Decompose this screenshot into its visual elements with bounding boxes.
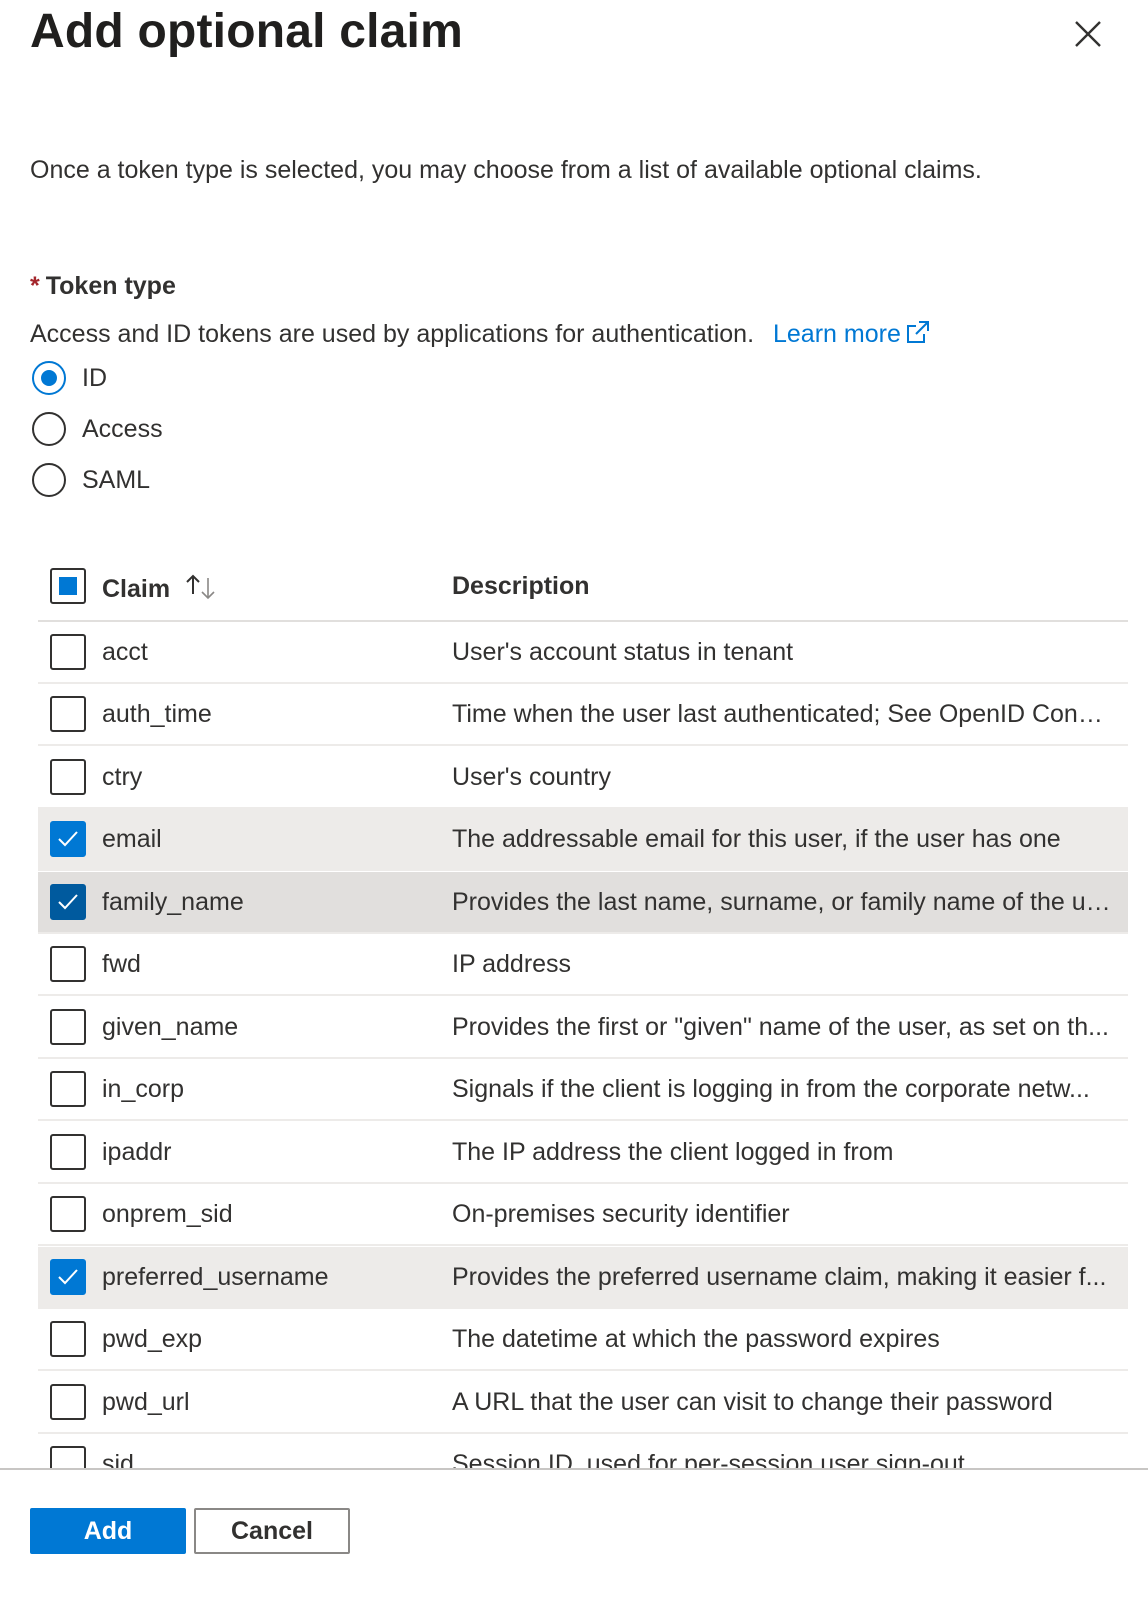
radio-label-id: ID (82, 363, 107, 392)
panel-title: Add optional claim (30, 5, 463, 58)
radio-button[interactable] (32, 463, 66, 497)
row-checkbox[interactable] (50, 696, 86, 732)
table-row[interactable]: sid Session ID, used for per-session use… (38, 1434, 1128, 1468)
claim-description: A URL that the user can visit to change … (452, 1388, 1053, 1416)
column-header-claim[interactable]: Claim (102, 572, 218, 607)
claim-name: fwd (102, 950, 141, 978)
row-checkbox[interactable] (50, 884, 86, 920)
claim-description: User's country (452, 763, 611, 791)
claim-description: The IP address the client logged in from (452, 1138, 894, 1166)
sort-ascending-icon[interactable] (184, 572, 218, 607)
radio-label-access: Access (82, 414, 163, 443)
claim-description: The datetime at which the password expir… (452, 1325, 940, 1353)
table-row[interactable]: fwd IP address (38, 934, 1128, 996)
table-row[interactable]: in_corp Signals if the client is logging… (38, 1059, 1128, 1121)
select-all-checkbox[interactable] (50, 568, 86, 604)
table-row[interactable]: pwd_exp The datetime at which the passwo… (38, 1309, 1128, 1371)
checkmark-icon (58, 1269, 78, 1285)
row-checkbox[interactable] (50, 1196, 86, 1232)
row-checkbox[interactable] (50, 1446, 86, 1468)
claim-description: Signals if the client is logging in from… (452, 1075, 1090, 1103)
row-checkbox[interactable] (50, 1384, 86, 1420)
claim-name: acct (102, 638, 148, 666)
cancel-button[interactable]: Cancel (194, 1508, 350, 1554)
claim-name: auth_time (102, 700, 212, 728)
token-type-label: * Token type (30, 272, 176, 301)
panel-footer: Add Cancel (0, 1468, 1148, 1608)
add-button[interactable]: Add (30, 1508, 186, 1554)
close-icon (1075, 21, 1101, 47)
row-checkbox[interactable] (50, 759, 86, 795)
claim-description: Session ID, used for per-session user si… (452, 1450, 965, 1468)
radio-button-selected[interactable] (32, 361, 66, 395)
grid-header: Claim Description (38, 556, 1128, 622)
column-header-description[interactable]: Description (452, 572, 590, 601)
table-row[interactable]: pwd_url A URL that the user can visit to… (38, 1372, 1128, 1434)
claim-name: pwd_url (102, 1388, 190, 1416)
row-checkbox[interactable] (50, 634, 86, 670)
claim-description: The addressable email for this user, if … (452, 825, 1061, 853)
claim-description: On-premises security identifier (452, 1200, 790, 1228)
claim-description: Provides the last name, surname, or fami… (452, 888, 1112, 916)
intro-text: Once a token type is selected, you may c… (30, 156, 982, 184)
row-checkbox[interactable] (50, 1009, 86, 1045)
required-marker: * (30, 272, 40, 300)
claim-name: given_name (102, 1013, 239, 1041)
claim-name: family_name (102, 888, 244, 916)
claim-name: onprem_sid (102, 1200, 233, 1228)
token-type-label-text: Token type (45, 272, 176, 300)
row-checkbox[interactable] (50, 821, 86, 857)
table-row[interactable]: auth_time Time when the user last authen… (38, 684, 1128, 746)
claim-description: User's account status in tenant (452, 638, 794, 666)
radio-button[interactable] (32, 412, 66, 446)
row-checkbox[interactable] (50, 946, 86, 982)
row-checkbox[interactable] (50, 1071, 86, 1107)
claim-name: ipaddr (102, 1138, 172, 1166)
row-checkbox[interactable] (50, 1321, 86, 1357)
learn-more-link[interactable]: Learn more (773, 320, 931, 348)
radio-token-id[interactable]: ID (32, 358, 107, 398)
table-row[interactable]: onprem_sid On-premises security identifi… (38, 1184, 1128, 1246)
claim-name: in_corp (102, 1075, 184, 1103)
token-type-help: Access and ID tokens are used by applica… (30, 319, 931, 352)
claim-name: preferred_username (102, 1263, 329, 1291)
table-row[interactable]: ipaddr The IP address the client logged … (38, 1122, 1128, 1184)
close-button[interactable] (1068, 14, 1108, 54)
table-row[interactable]: acct User's account status in tenant (38, 622, 1128, 684)
table-row[interactable]: given_name Provides the first or "given"… (38, 997, 1128, 1059)
claim-description: IP address (452, 950, 572, 978)
table-row[interactable]: preferred_username Provides the preferre… (38, 1247, 1128, 1309)
row-checkbox[interactable] (50, 1134, 86, 1170)
learn-more-label: Learn more (773, 320, 901, 348)
radio-token-saml[interactable]: SAML (32, 460, 150, 500)
claim-name: pwd_exp (102, 1325, 203, 1353)
claims-grid: Claim Description acct User's account st… (38, 556, 1128, 1468)
column-header-claim-label: Claim (102, 575, 171, 603)
row-checkbox[interactable] (50, 1259, 86, 1295)
claim-name: sid (102, 1450, 134, 1468)
table-row[interactable]: email The addressable email for this use… (38, 809, 1128, 871)
token-type-help-text: Access and ID tokens are used by applica… (30, 320, 755, 348)
checkmark-icon (58, 831, 78, 847)
claim-description: Provides the first or "given" name of th… (452, 1013, 1109, 1041)
checkmark-icon (58, 894, 78, 910)
claim-description: Time when the user last authenticated; S… (452, 700, 1112, 728)
table-row[interactable]: family_name Provides the last name, surn… (38, 872, 1128, 934)
claim-name: ctry (102, 763, 143, 791)
radio-token-access[interactable]: Access (32, 409, 163, 449)
radio-label-saml: SAML (82, 465, 151, 494)
claim-description: Provides the preferred username claim, m… (452, 1263, 1107, 1291)
external-link-icon (905, 319, 931, 352)
table-row[interactable]: ctry User's country (38, 747, 1128, 809)
claim-name: email (102, 825, 162, 853)
